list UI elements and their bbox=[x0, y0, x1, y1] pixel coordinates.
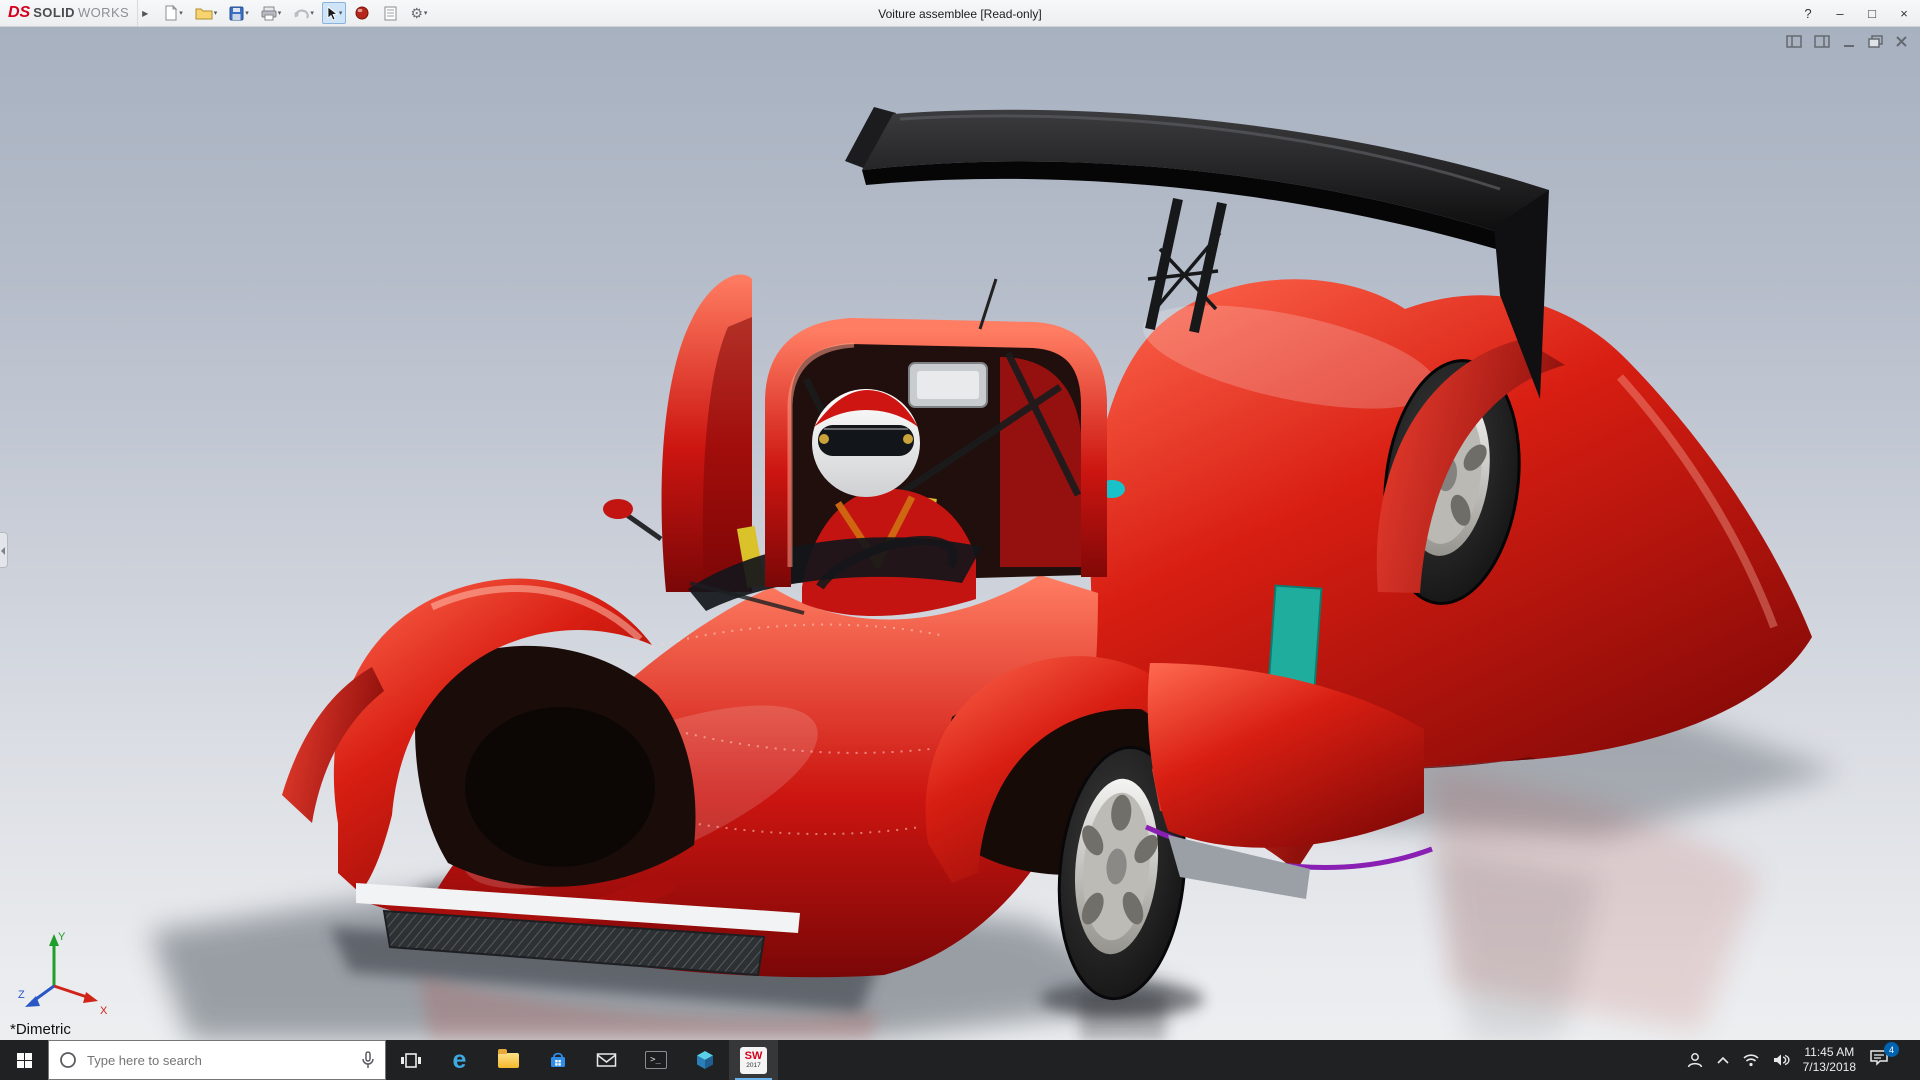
command-prompt-icon: >_ bbox=[644, 1051, 667, 1069]
pane-split-left-icon[interactable] bbox=[1786, 35, 1802, 48]
cortana-ring-icon[interactable] bbox=[59, 1051, 77, 1069]
dropdown-caret-icon[interactable]: ▾ bbox=[179, 10, 183, 17]
edge-browser-button[interactable]: e bbox=[435, 1040, 484, 1080]
save-button[interactable]: ▾ bbox=[225, 2, 253, 24]
wifi-icon bbox=[1743, 1054, 1759, 1067]
3d-viewer-icon bbox=[696, 1051, 713, 1069]
model-render[interactable] bbox=[0, 27, 1920, 1040]
system-tray: 11:45 AM 7/13/2018 4 bbox=[1686, 1040, 1920, 1080]
edge-icon: e bbox=[452, 1045, 467, 1074]
doc-restore-icon[interactable] bbox=[1868, 35, 1883, 48]
people-button[interactable] bbox=[1686, 1052, 1704, 1068]
network-button[interactable] bbox=[1742, 1053, 1760, 1067]
mail-button[interactable] bbox=[582, 1040, 631, 1080]
quick-access-toolbar: ▾ ▾ ▾ ▾ ▾ ▾ ⚙ ▾ bbox=[160, 2, 431, 24]
open-folder-icon bbox=[195, 8, 213, 20]
y-axis-label: Y bbox=[58, 931, 66, 943]
orientation-triad: Y X Z bbox=[18, 931, 108, 1016]
graphics-area[interactable]: Y X Z *Dimetric bbox=[0, 27, 1920, 1040]
minimize-button[interactable]: – bbox=[1824, 0, 1856, 26]
new-document-icon bbox=[165, 5, 178, 21]
open-document-button[interactable]: ▾ bbox=[191, 2, 222, 24]
notification-badge: 4 bbox=[1884, 1042, 1899, 1057]
task-view-icon bbox=[400, 1052, 421, 1068]
logo-text-works: WORKS bbox=[77, 5, 130, 20]
appearance-sphere-icon bbox=[355, 6, 369, 20]
panel-collapse-tab[interactable] bbox=[0, 532, 8, 568]
solidworks-logo: DS SOLID WORKS bbox=[8, 4, 135, 22]
action-center-button[interactable]: 4 bbox=[1869, 1042, 1899, 1071]
undo-button[interactable]: ▾ bbox=[289, 2, 318, 24]
properties-sheet-icon bbox=[384, 6, 397, 20]
task-view-button[interactable] bbox=[386, 1040, 435, 1080]
mail-envelope-icon bbox=[596, 1053, 617, 1067]
doc-minimize-icon[interactable] bbox=[1842, 35, 1856, 48]
dropdown-caret-icon[interactable]: ▾ bbox=[214, 10, 218, 17]
dropdown-caret-icon[interactable]: ▾ bbox=[245, 10, 249, 17]
new-document-button[interactable]: ▾ bbox=[160, 2, 187, 24]
pane-split-right-icon[interactable] bbox=[1814, 35, 1830, 48]
logo-text-solid: SOLID bbox=[33, 5, 75, 20]
z-axis-label: Z bbox=[18, 989, 25, 1001]
undo-arrow-icon bbox=[294, 9, 310, 19]
search-input[interactable] bbox=[85, 1051, 353, 1069]
solidworks-app-button[interactable]: SW 2017 bbox=[729, 1040, 778, 1080]
help-button[interactable]: ? bbox=[1792, 0, 1824, 26]
titlebar: DS SOLID WORKS ▶ ▾ ▾ ▾ ▾ ▾ ▾ ⚙ ▾ Voiture… bbox=[0, 0, 1920, 27]
chevron-up-icon bbox=[1717, 1056, 1729, 1064]
select-tool-button[interactable]: ▾ bbox=[321, 2, 347, 24]
window-controls: ? – □ × bbox=[1792, 0, 1920, 26]
command-prompt-button[interactable]: >_ bbox=[631, 1040, 680, 1080]
dropdown-caret-icon[interactable]: ▾ bbox=[310, 10, 314, 17]
gear-icon[interactable]: ⚙ bbox=[410, 6, 423, 20]
taskbar-search[interactable] bbox=[48, 1040, 386, 1080]
dropdown-caret-icon[interactable]: ▾ bbox=[424, 10, 428, 17]
windows-taskbar: e >_ bbox=[0, 1040, 1920, 1080]
dropdown-caret-icon[interactable]: ▾ bbox=[278, 10, 282, 17]
select-cursor-icon bbox=[327, 5, 338, 21]
file-explorer-icon bbox=[498, 1048, 519, 1068]
start-button[interactable] bbox=[0, 1040, 48, 1080]
save-floppy-icon bbox=[229, 6, 244, 20]
menu-flyout-arrow-icon[interactable]: ▶ bbox=[137, 0, 158, 26]
taskbar-clock[interactable]: 11:45 AM 7/13/2018 bbox=[1803, 1045, 1856, 1075]
tray-expand-button[interactable] bbox=[1717, 1056, 1729, 1064]
store-button[interactable] bbox=[533, 1040, 582, 1080]
clock-date: 7/13/2018 bbox=[1802, 1060, 1856, 1074]
x-axis-label: X bbox=[100, 1005, 108, 1016]
speaker-icon bbox=[1773, 1054, 1790, 1066]
solidworks-icon: SW 2017 bbox=[740, 1046, 767, 1074]
taskbar-app-icons: e >_ SW 2017 bbox=[386, 1040, 778, 1080]
titlebar-left: DS SOLID WORKS ▶ ▾ ▾ ▾ ▾ ▾ ▾ ⚙ ▾ bbox=[0, 0, 431, 26]
driver-helmet bbox=[812, 389, 920, 497]
window-title: Voiture assemblee [Read-only] bbox=[878, 6, 1042, 21]
document-window-controls bbox=[1786, 35, 1908, 48]
teal-intake-panel bbox=[1267, 584, 1323, 690]
windows-logo-icon bbox=[16, 1052, 32, 1068]
clock-time: 11:45 AM bbox=[1804, 1045, 1855, 1059]
store-bag-icon bbox=[550, 1052, 565, 1067]
view-orientation-label: *Dimetric bbox=[10, 1021, 71, 1038]
ds-logo-icon: DS bbox=[8, 4, 31, 21]
left-rear-fender bbox=[661, 274, 752, 592]
3d-viewer-button[interactable] bbox=[680, 1040, 729, 1080]
microphone-icon[interactable] bbox=[361, 1051, 375, 1069]
file-explorer-button[interactable] bbox=[484, 1040, 533, 1080]
options-button[interactable]: ⚙ ▾ bbox=[406, 2, 431, 24]
print-button[interactable]: ▾ bbox=[257, 2, 286, 24]
volume-button[interactable] bbox=[1773, 1053, 1790, 1067]
document-properties-button[interactable] bbox=[378, 2, 402, 24]
appearance-button[interactable] bbox=[350, 2, 374, 24]
maximize-button[interactable]: □ bbox=[1856, 0, 1888, 26]
x-axis-arrow-icon bbox=[83, 992, 98, 1003]
dropdown-caret-icon[interactable]: ▾ bbox=[339, 10, 343, 17]
close-button[interactable]: × bbox=[1888, 0, 1920, 26]
printer-icon bbox=[261, 6, 277, 20]
people-icon bbox=[1687, 1053, 1702, 1068]
doc-close-icon[interactable] bbox=[1895, 35, 1908, 48]
